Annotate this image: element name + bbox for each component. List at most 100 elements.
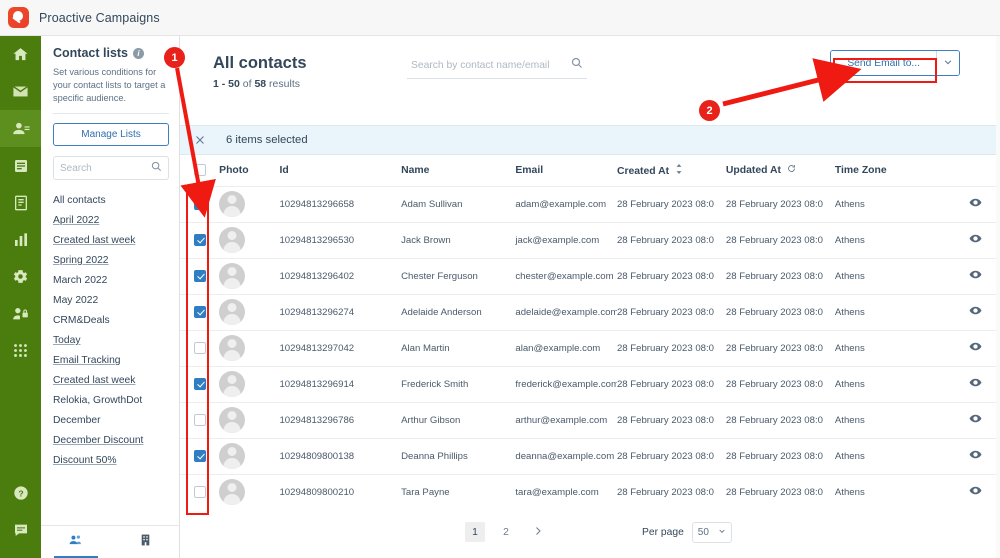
row-checkbox[interactable] <box>194 414 206 426</box>
updated-at-cell: 28 February 2023 08:0 <box>725 401 835 438</box>
search-input[interactable] <box>411 59 571 71</box>
row-select-cell <box>180 185 220 222</box>
eye-icon[interactable] <box>969 232 982 248</box>
template-icon[interactable] <box>0 184 41 221</box>
chart-icon[interactable] <box>0 221 41 258</box>
table-row[interactable]: 10294813296786 Arthur Gibson arthur@exampl… <box>180 401 1000 438</box>
list-item[interactable]: December Discount <box>53 430 169 450</box>
panel-search-input[interactable] <box>60 162 151 174</box>
main-header: All contacts 1 - 50 of 58 results Send E… <box>180 36 1000 125</box>
avatar <box>219 191 246 217</box>
table-row[interactable]: 10294813296914 Frederick Smith frederick@e… <box>180 365 1000 402</box>
list-item[interactable]: CRM&Deals <box>53 310 169 330</box>
table-row[interactable]: 10294813296530 Jack Brown jack@example.com… <box>180 221 1000 258</box>
per-page-select[interactable]: 50 <box>691 521 732 543</box>
id-cell: 10294813296530 <box>279 221 402 258</box>
row-checkbox[interactable] <box>194 306 206 318</box>
help-icon[interactable]: ? <box>0 474 41 511</box>
list-item[interactable]: Email Tracking <box>53 350 169 370</box>
photo-cell <box>219 437 280 474</box>
page-button-2[interactable]: 2 <box>496 522 516 542</box>
row-checkbox[interactable] <box>194 342 206 354</box>
panel-search[interactable] <box>53 156 169 180</box>
column-photo[interactable]: Photo <box>219 155 279 186</box>
time-zone-cell: Athens <box>834 185 952 222</box>
eye-icon[interactable] <box>969 412 982 428</box>
table-row[interactable]: 10294813296658 Adam Sullivan adam@example.… <box>180 185 1000 222</box>
column-email[interactable]: Email <box>515 155 617 186</box>
photo-cell <box>219 329 280 366</box>
select-all-checkbox[interactable] <box>194 164 206 177</box>
info-icon[interactable]: i <box>133 47 145 59</box>
column-time-zone[interactable]: Time Zone <box>835 155 951 186</box>
chat-icon[interactable] <box>0 511 41 548</box>
column-id[interactable]: Id <box>279 155 401 186</box>
column-updated-at[interactable]: Updated At <box>726 155 835 186</box>
list-item[interactable]: Relokia, GrowthDot <box>53 390 169 410</box>
mail-icon[interactable] <box>0 73 41 110</box>
table-row[interactable]: 10294809800210 Tara Payne tara@example.com… <box>180 473 1000 510</box>
table-row[interactable]: 10294813296274 Adelaide Anderson adelaide@… <box>180 293 1000 330</box>
list-item[interactable]: Discount 50% <box>53 450 169 470</box>
list-item[interactable]: Created last week <box>53 230 169 250</box>
list-item[interactable]: All contacts <box>53 190 169 210</box>
id-cell: 10294813296402 <box>279 257 402 294</box>
close-icon[interactable] <box>194 134 206 146</box>
send-email-dropdown-toggle[interactable] <box>936 51 959 75</box>
email-cell: jack@example.com <box>515 221 617 258</box>
contacts-icon[interactable] <box>0 110 41 147</box>
eye-icon[interactable] <box>969 484 982 500</box>
name-cell: Adelaide Anderson <box>401 293 516 330</box>
row-checkbox[interactable] <box>194 378 206 390</box>
gear-icon[interactable] <box>0 258 41 295</box>
page-button-1[interactable]: 1 <box>465 522 485 542</box>
contacts-table: Photo Id Name Email Created At Updated A… <box>180 155 1000 510</box>
row-select-cell <box>180 437 220 474</box>
eye-icon[interactable] <box>969 448 982 464</box>
home-icon[interactable] <box>0 36 41 73</box>
tab-companies[interactable] <box>111 526 181 558</box>
panel-heading-label: Contact lists <box>53 46 129 60</box>
created-at-cell: 28 February 2023 08:0 <box>616 365 726 402</box>
people-icon <box>68 533 83 552</box>
database-icon[interactable] <box>0 147 41 184</box>
column-created-at[interactable]: Created At <box>617 155 726 186</box>
eye-icon[interactable] <box>969 376 982 392</box>
table-row[interactable]: 10294813297042 Alan Martin alan@example.co… <box>180 329 1000 366</box>
list-item[interactable]: March 2022 <box>53 270 169 290</box>
id-cell: 10294809800210 <box>279 473 402 510</box>
eye-icon[interactable] <box>969 340 982 356</box>
eye-icon[interactable] <box>969 268 982 284</box>
next-page-button[interactable] <box>527 522 549 542</box>
list-item[interactable]: December <box>53 410 169 430</box>
send-email-button[interactable]: Send Email to... <box>831 51 936 75</box>
contacts-search[interactable] <box>407 52 587 79</box>
row-select-cell <box>180 473 220 510</box>
row-checkbox[interactable] <box>194 486 206 499</box>
tab-contacts[interactable] <box>41 526 111 558</box>
table-row[interactable]: 10294809800138 Deanna Phillips deanna@exam… <box>180 437 1000 474</box>
scrollbar-track[interactable] <box>996 36 1000 558</box>
annotation-badge-1: 1 <box>164 47 185 68</box>
table-row[interactable]: 10294813296402 Chester Ferguson chester@ex… <box>180 257 1000 294</box>
row-checkbox[interactable] <box>194 234 206 246</box>
column-name[interactable]: Name <box>401 155 515 186</box>
list-item[interactable]: April 2022 <box>53 210 169 230</box>
list-item[interactable]: May 2022 <box>53 290 169 310</box>
user-lock-icon[interactable] <box>0 295 41 332</box>
row-checkbox[interactable] <box>194 450 206 462</box>
eye-icon[interactable] <box>969 196 982 212</box>
list-item[interactable]: Created last week <box>53 370 169 390</box>
grid-apps-icon[interactable] <box>0 332 41 369</box>
list-item[interactable]: Today <box>53 330 169 350</box>
id-cell: 10294813297042 <box>279 329 402 366</box>
avatar <box>219 371 246 397</box>
created-at-cell: 28 February 2023 08:0 <box>616 437 726 474</box>
eye-icon[interactable] <box>969 304 982 320</box>
column-updated-at-label: Updated At <box>725 165 781 177</box>
row-checkbox[interactable] <box>194 198 206 210</box>
results-suffix: results <box>266 78 300 90</box>
manage-lists-button[interactable]: Manage Lists <box>53 123 169 146</box>
list-item[interactable]: Spring 2022 <box>53 250 169 270</box>
row-checkbox[interactable] <box>194 270 206 282</box>
